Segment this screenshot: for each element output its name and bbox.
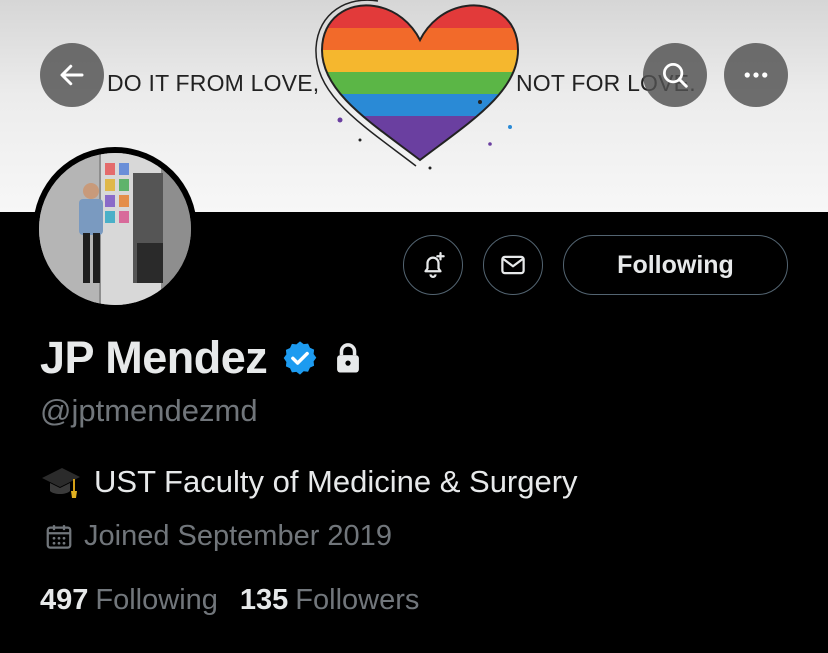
more-options-button[interactable] <box>724 43 788 107</box>
rainbow-heart-image <box>315 0 520 170</box>
follow-stats: 497 Following 135 Followers <box>40 584 419 617</box>
joined-text: Joined September 2019 <box>84 520 392 552</box>
back-button[interactable] <box>40 43 104 107</box>
following-button[interactable]: Following <box>563 235 788 295</box>
followers-label: Followers <box>295 584 420 616</box>
message-button[interactable] <box>483 235 543 295</box>
bell-plus-icon <box>424 252 445 278</box>
search-icon <box>663 63 688 88</box>
display-name: JP Mendez <box>40 332 268 383</box>
joined-date: Joined September 2019 <box>44 520 392 553</box>
following-count: 497 <box>40 584 89 616</box>
bio-text: UST Faculty of Medicine & Surgery <box>94 464 578 499</box>
followers-count: 135 <box>239 584 289 616</box>
more-horizontal-icon <box>744 72 768 78</box>
followers-link[interactable]: 135 Followers <box>240 584 419 617</box>
envelope-icon <box>501 255 525 275</box>
lock-icon <box>337 343 360 373</box>
avatar-photo <box>39 153 191 305</box>
verified-badge-icon[interactable] <box>281 339 319 377</box>
following-label: Following <box>95 584 218 616</box>
profile-handle: @jptmendezmd <box>40 393 258 428</box>
search-button[interactable] <box>643 43 707 107</box>
banner-text-left: DO IT FROM LOVE, <box>107 70 320 96</box>
notifications-button[interactable] <box>403 235 463 295</box>
arrow-left-icon <box>60 64 84 86</box>
calendar-icon <box>46 524 72 549</box>
profile-bio: UST Faculty of Medicine & Surgery <box>40 462 578 502</box>
graduation-cap-icon <box>42 468 80 498</box>
profile-name-row: JP Mendez <box>40 332 363 384</box>
avatar[interactable] <box>39 153 191 305</box>
avatar-frame[interactable] <box>33 147 197 311</box>
following-link[interactable]: 497 Following <box>40 584 218 617</box>
